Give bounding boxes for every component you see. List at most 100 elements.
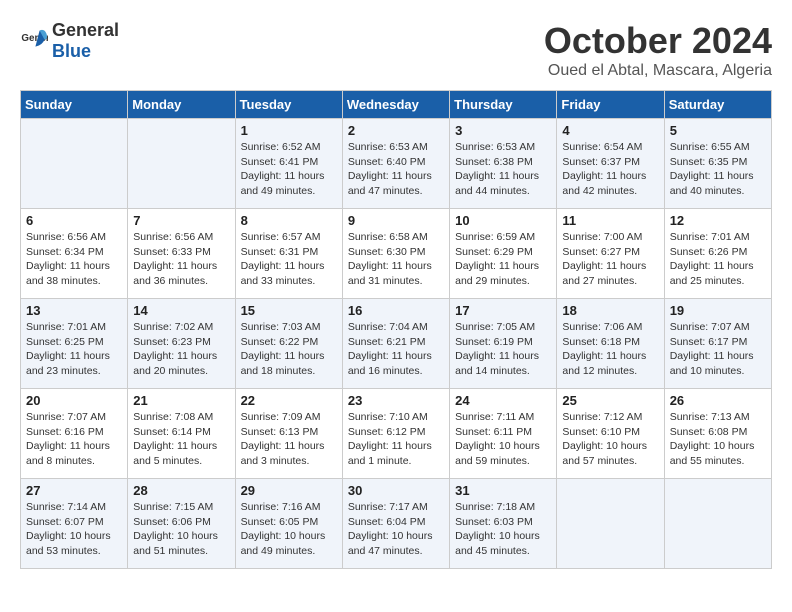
day-info: Sunrise: 7:00 AM Sunset: 6:27 PM Dayligh… <box>562 230 658 289</box>
day-number: 26 <box>670 393 766 408</box>
calendar-day-6: 6 Sunrise: 6:56 AM Sunset: 6:34 PM Daylig… <box>21 209 128 299</box>
day-info: Sunrise: 7:16 AM Sunset: 6:05 PM Dayligh… <box>241 500 337 559</box>
day-number: 18 <box>562 303 658 318</box>
month-title: October 2024 <box>544 20 772 62</box>
day-info: Sunrise: 7:10 AM Sunset: 6:12 PM Dayligh… <box>348 410 444 469</box>
day-info: Sunrise: 7:09 AM Sunset: 6:13 PM Dayligh… <box>241 410 337 469</box>
calendar-day-8: 8 Sunrise: 6:57 AM Sunset: 6:31 PM Daylig… <box>235 209 342 299</box>
weekday-header-sunday: Sunday <box>21 91 128 119</box>
calendar-empty-cell <box>21 119 128 209</box>
day-info: Sunrise: 7:07 AM Sunset: 6:17 PM Dayligh… <box>670 320 766 379</box>
calendar-empty-cell <box>664 479 771 569</box>
day-info: Sunrise: 7:03 AM Sunset: 6:22 PM Dayligh… <box>241 320 337 379</box>
calendar-week-row: 27Sunrise: 7:14 AM Sunset: 6:07 PM Dayli… <box>21 479 772 569</box>
day-info: Sunrise: 7:01 AM Sunset: 6:26 PM Dayligh… <box>670 230 766 289</box>
day-number: 13 <box>26 303 122 318</box>
calendar-day-24: 24 Sunrise: 7:11 AM Sunset: 6:11 PM Dayli… <box>450 389 557 479</box>
logo-blue-text: Blue <box>52 41 91 61</box>
calendar-day-25: 25Sunrise: 7:12 AM Sunset: 6:10 PM Dayli… <box>557 389 664 479</box>
day-info: Sunrise: 6:53 AM Sunset: 6:38 PM Dayligh… <box>455 140 551 199</box>
calendar-day-19: 19 Sunrise: 7:07 AM Sunset: 6:17 PM Dayli… <box>664 299 771 389</box>
calendar-day-1: 1 Sunrise: 6:52 AM Sunset: 6:41 PM Daylig… <box>235 119 342 209</box>
day-number: 1 <box>241 123 337 138</box>
day-number: 31 <box>455 483 551 498</box>
calendar-day-17: 17 Sunrise: 7:05 AM Sunset: 6:19 PM Dayli… <box>450 299 557 389</box>
calendar-day-7: 7Sunrise: 6:56 AM Sunset: 6:33 PM Daylig… <box>128 209 235 299</box>
day-info: Sunrise: 7:17 AM Sunset: 6:04 PM Dayligh… <box>348 500 444 559</box>
weekday-header-friday: Friday <box>557 91 664 119</box>
calendar-day-15: 15 Sunrise: 7:03 AM Sunset: 6:22 PM Dayli… <box>235 299 342 389</box>
day-info: Sunrise: 6:55 AM Sunset: 6:35 PM Dayligh… <box>670 140 766 199</box>
title-block: October 2024 Oued el Abtal, Mascara, Alg… <box>544 20 772 80</box>
location-subtitle: Oued el Abtal, Mascara, Algeria <box>544 62 772 80</box>
calendar-week-row: 6 Sunrise: 6:56 AM Sunset: 6:34 PM Daylig… <box>21 209 772 299</box>
calendar-week-row: 1 Sunrise: 6:52 AM Sunset: 6:41 PM Daylig… <box>21 119 772 209</box>
day-number: 15 <box>241 303 337 318</box>
calendar-day-20: 20 Sunrise: 7:07 AM Sunset: 6:16 PM Dayli… <box>21 389 128 479</box>
day-info: Sunrise: 7:04 AM Sunset: 6:21 PM Dayligh… <box>348 320 444 379</box>
day-number: 19 <box>670 303 766 318</box>
calendar-day-3: 3 Sunrise: 6:53 AM Sunset: 6:38 PM Daylig… <box>450 119 557 209</box>
calendar-day-26: 26 Sunrise: 7:13 AM Sunset: 6:08 PM Dayli… <box>664 389 771 479</box>
calendar-day-18: 18Sunrise: 7:06 AM Sunset: 6:18 PM Dayli… <box>557 299 664 389</box>
calendar-day-9: 9Sunrise: 6:58 AM Sunset: 6:30 PM Daylig… <box>342 209 449 299</box>
day-number: 8 <box>241 213 337 228</box>
logo-general-text: General <box>52 20 119 40</box>
day-info: Sunrise: 6:56 AM Sunset: 6:33 PM Dayligh… <box>133 230 229 289</box>
day-info: Sunrise: 7:15 AM Sunset: 6:06 PM Dayligh… <box>133 500 229 559</box>
day-number: 11 <box>562 213 658 228</box>
page-header: General General Blue October 2024 Oued e… <box>20 20 772 80</box>
day-info: Sunrise: 6:56 AM Sunset: 6:34 PM Dayligh… <box>26 230 122 289</box>
calendar-day-2: 2 Sunrise: 6:53 AM Sunset: 6:40 PM Daylig… <box>342 119 449 209</box>
weekday-header-wednesday: Wednesday <box>342 91 449 119</box>
calendar-day-14: 14 Sunrise: 7:02 AM Sunset: 6:23 PM Dayli… <box>128 299 235 389</box>
calendar-day-11: 11 Sunrise: 7:00 AM Sunset: 6:27 PM Dayli… <box>557 209 664 299</box>
day-number: 3 <box>455 123 551 138</box>
day-number: 4 <box>562 123 658 138</box>
day-number: 14 <box>133 303 229 318</box>
day-info: Sunrise: 6:59 AM Sunset: 6:29 PM Dayligh… <box>455 230 551 289</box>
day-number: 10 <box>455 213 551 228</box>
calendar-empty-cell <box>128 119 235 209</box>
day-number: 25 <box>562 393 658 408</box>
calendar-day-12: 12 Sunrise: 7:01 AM Sunset: 6:26 PM Dayli… <box>664 209 771 299</box>
day-info: Sunrise: 6:57 AM Sunset: 6:31 PM Dayligh… <box>241 230 337 289</box>
day-info: Sunrise: 7:13 AM Sunset: 6:08 PM Dayligh… <box>670 410 766 469</box>
calendar-empty-cell <box>557 479 664 569</box>
logo: General General Blue <box>20 20 119 62</box>
calendar-day-23: 23 Sunrise: 7:10 AM Sunset: 6:12 PM Dayli… <box>342 389 449 479</box>
calendar-day-4: 4Sunrise: 6:54 AM Sunset: 6:37 PM Daylig… <box>557 119 664 209</box>
day-number: 20 <box>26 393 122 408</box>
weekday-header-thursday: Thursday <box>450 91 557 119</box>
day-number: 27 <box>26 483 122 498</box>
weekday-header-monday: Monday <box>128 91 235 119</box>
day-number: 21 <box>133 393 229 408</box>
day-number: 5 <box>670 123 766 138</box>
calendar-week-row: 13 Sunrise: 7:01 AM Sunset: 6:25 PM Dayli… <box>21 299 772 389</box>
day-info: Sunrise: 7:07 AM Sunset: 6:16 PM Dayligh… <box>26 410 122 469</box>
day-number: 6 <box>26 213 122 228</box>
day-info: Sunrise: 7:11 AM Sunset: 6:11 PM Dayligh… <box>455 410 551 469</box>
day-number: 16 <box>348 303 444 318</box>
day-number: 2 <box>348 123 444 138</box>
day-info: Sunrise: 7:02 AM Sunset: 6:23 PM Dayligh… <box>133 320 229 379</box>
day-info: Sunrise: 7:18 AM Sunset: 6:03 PM Dayligh… <box>455 500 551 559</box>
day-info: Sunrise: 6:53 AM Sunset: 6:40 PM Dayligh… <box>348 140 444 199</box>
calendar-day-22: 22 Sunrise: 7:09 AM Sunset: 6:13 PM Dayli… <box>235 389 342 479</box>
day-info: Sunrise: 7:01 AM Sunset: 6:25 PM Dayligh… <box>26 320 122 379</box>
day-number: 24 <box>455 393 551 408</box>
day-info: Sunrise: 7:05 AM Sunset: 6:19 PM Dayligh… <box>455 320 551 379</box>
calendar-day-28: 28Sunrise: 7:15 AM Sunset: 6:06 PM Dayli… <box>128 479 235 569</box>
calendar-day-10: 10 Sunrise: 6:59 AM Sunset: 6:29 PM Dayli… <box>450 209 557 299</box>
calendar-week-row: 20 Sunrise: 7:07 AM Sunset: 6:16 PM Dayli… <box>21 389 772 479</box>
day-number: 22 <box>241 393 337 408</box>
day-info: Sunrise: 6:52 AM Sunset: 6:41 PM Dayligh… <box>241 140 337 199</box>
calendar-header-row: SundayMondayTuesdayWednesdayThursdayFrid… <box>21 91 772 119</box>
calendar-day-5: 5 Sunrise: 6:55 AM Sunset: 6:35 PM Daylig… <box>664 119 771 209</box>
day-number: 23 <box>348 393 444 408</box>
day-number: 17 <box>455 303 551 318</box>
weekday-header-tuesday: Tuesday <box>235 91 342 119</box>
calendar-day-31: 31 Sunrise: 7:18 AM Sunset: 6:03 PM Dayli… <box>450 479 557 569</box>
day-number: 12 <box>670 213 766 228</box>
calendar-day-29: 29Sunrise: 7:16 AM Sunset: 6:05 PM Dayli… <box>235 479 342 569</box>
